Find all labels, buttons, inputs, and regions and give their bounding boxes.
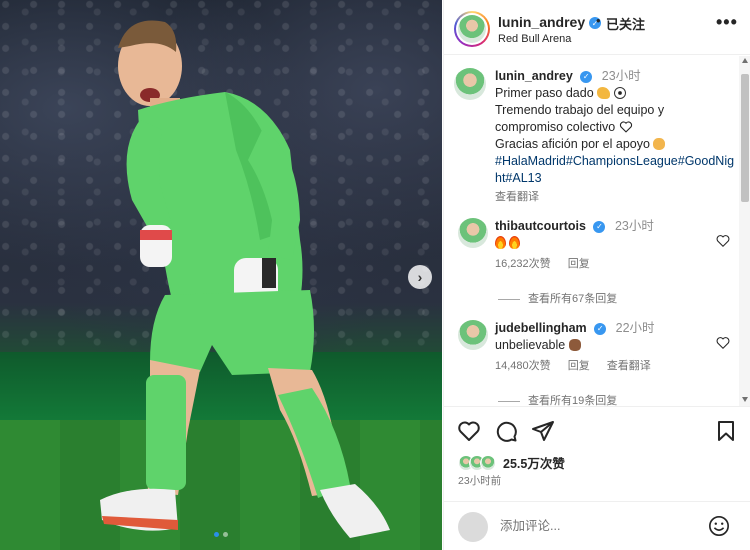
heart-icon[interactable] bbox=[457, 419, 481, 443]
goalkeeper-figure bbox=[100, 20, 390, 538]
see-translation-link[interactable]: 查看翻译 bbox=[495, 189, 735, 206]
post-header: lunin_andrey ✓ • 已关注 Red Bull Arena ••• bbox=[444, 0, 750, 55]
caption-line: Primer paso dado bbox=[495, 85, 735, 102]
comment-likes[interactable]: 16,232次赞 bbox=[495, 258, 551, 270]
comment-avatar[interactable] bbox=[458, 320, 488, 350]
soccer-ball-icon bbox=[613, 87, 626, 99]
caption-body: lunin_andrey ✓ 23小时 Primer paso dado Tre… bbox=[495, 68, 735, 206]
fire-icon bbox=[495, 236, 506, 249]
post-actions: 25.5万次赞 23小时前 bbox=[444, 406, 750, 501]
comment-body: thibautcourtois ✓ 23小时 16,232次赞 回复 bbox=[495, 218, 710, 273]
caption-time[interactable]: 23小时 bbox=[602, 69, 641, 83]
chevron-right-icon[interactable]: › bbox=[408, 265, 432, 289]
comment-author[interactable]: thibautcourtois bbox=[495, 219, 586, 233]
author-avatar[interactable] bbox=[454, 11, 490, 47]
reply-button[interactable]: 回复 bbox=[568, 258, 590, 270]
see-translation-link[interactable]: 查看翻译 bbox=[607, 360, 651, 372]
likes-summary[interactable]: 25.5万次赞 bbox=[458, 453, 565, 472]
comment-text bbox=[495, 235, 710, 252]
comment-meta: 14,480次赞 回复 查看翻译 bbox=[495, 358, 710, 375]
liker-avatars bbox=[458, 454, 496, 471]
liker-avatar bbox=[480, 454, 496, 471]
fire-icon bbox=[509, 236, 520, 249]
carousel-dot bbox=[214, 532, 219, 537]
bookmark-icon[interactable] bbox=[714, 419, 738, 443]
caption-avatar[interactable] bbox=[454, 68, 486, 100]
user-avatar bbox=[458, 512, 488, 542]
heart-icon[interactable] bbox=[716, 336, 730, 350]
flexed-biceps-icon bbox=[597, 87, 611, 99]
scrollbar-thumb[interactable] bbox=[741, 74, 749, 202]
reply-button[interactable]: 回复 bbox=[568, 360, 590, 372]
comment-time[interactable]: 23小时 bbox=[615, 219, 654, 233]
verified-icon: ✓ bbox=[580, 70, 593, 83]
caption-author[interactable]: lunin_andrey bbox=[495, 69, 573, 83]
carousel-dots bbox=[0, 532, 442, 537]
view-replies-link[interactable]: 查看所有67条回复 bbox=[498, 290, 617, 306]
white-heart-icon bbox=[619, 121, 632, 133]
comment-avatar[interactable] bbox=[458, 218, 488, 248]
comment-author[interactable]: judebellingham bbox=[495, 321, 587, 335]
comment-body: judebellingham ✓ 22小时 unbelievable 14,48… bbox=[495, 320, 710, 375]
comment-likes[interactable]: 14,480次赞 bbox=[495, 360, 551, 372]
post-details-panel: lunin_andrey ✓ • 已关注 Red Bull Arena ••• l… bbox=[443, 0, 750, 550]
scroll-up-icon[interactable] bbox=[742, 58, 748, 63]
author-name[interactable]: lunin_andrey ✓ bbox=[498, 14, 602, 30]
scrollbar[interactable] bbox=[739, 56, 750, 406]
caption-line: Gracias afición por el apoyo bbox=[495, 136, 735, 153]
post-time[interactable]: 23小时前 bbox=[458, 473, 501, 488]
comment-icon[interactable] bbox=[494, 419, 518, 443]
emoji-icon[interactable] bbox=[708, 515, 730, 537]
carousel-dot bbox=[223, 532, 228, 537]
following-button[interactable]: 已关注 bbox=[606, 14, 645, 33]
more-icon[interactable]: ••• bbox=[716, 12, 738, 33]
verified-icon: ✓ bbox=[594, 322, 607, 335]
scroll-down-icon[interactable] bbox=[742, 397, 748, 402]
comment-time[interactable]: 22小时 bbox=[616, 321, 655, 335]
comment-input[interactable] bbox=[500, 516, 700, 536]
share-icon[interactable] bbox=[531, 419, 555, 443]
separator: • bbox=[596, 13, 601, 28]
caption-line: Tremendo trabajo del equipo y compromiso… bbox=[495, 103, 665, 134]
comment-meta: 16,232次赞 回复 bbox=[495, 256, 710, 273]
comment-composer bbox=[444, 501, 750, 550]
post-image[interactable]: › bbox=[0, 0, 442, 550]
heart-icon[interactable] bbox=[716, 234, 730, 248]
clapping-hands-icon bbox=[653, 138, 666, 150]
raised-fist-icon bbox=[568, 339, 581, 351]
comment-text: unbelievable bbox=[495, 337, 710, 354]
view-replies-link[interactable]: 查看所有19条回复 bbox=[498, 392, 617, 406]
likes-count[interactable]: 25.5万次赞 bbox=[503, 453, 565, 472]
caption-hashtags[interactable]: #HalaMadrid#ChampionsLeague#GoodNight#AL… bbox=[495, 153, 735, 187]
verified-icon: ✓ bbox=[593, 220, 606, 233]
comments-list[interactable]: lunin_andrey ✓ 23小时 Primer paso dado Tre… bbox=[444, 56, 739, 406]
location-link[interactable]: Red Bull Arena bbox=[498, 33, 571, 45]
